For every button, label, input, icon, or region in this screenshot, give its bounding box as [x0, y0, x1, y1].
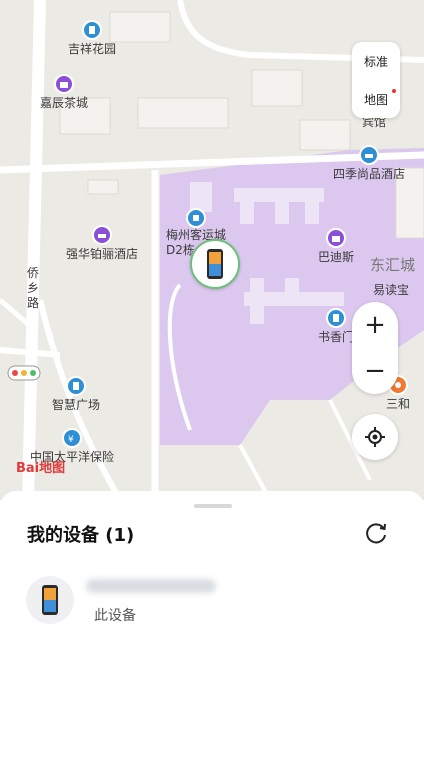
poi-qianghua[interactable]: 强华铂骊酒店: [66, 225, 138, 262]
refresh-icon: [366, 523, 386, 544]
poi-label: 书香门: [318, 330, 355, 344]
layer-standard-label: 标准: [363, 54, 388, 69]
hotel-icon: [92, 225, 112, 245]
finance-icon: ¥: [62, 428, 82, 448]
crosshair-icon: [365, 427, 385, 447]
building-icon: [82, 20, 102, 40]
shopping-icon: [326, 228, 346, 248]
poi-label: 巴迪斯: [318, 250, 355, 264]
locate-button[interactable]: [352, 414, 398, 460]
shopping-icon: [54, 74, 74, 94]
baidu-logo: Bai地图: [16, 461, 66, 476]
poi-label: 强华铂骊酒店: [66, 247, 139, 261]
poi-siji[interactable]: 四季尚品酒店: [333, 145, 405, 182]
sheet-title: 我的设备 (1): [27, 525, 135, 546]
device-list-item[interactable]: 此设备: [26, 576, 398, 630]
device-location-marker[interactable]: [190, 239, 240, 289]
map-layer-switcher: 标准 地图: [352, 42, 400, 118]
area-label-donghui: 东汇城: [370, 256, 416, 274]
bus-station-icon: [186, 208, 206, 228]
poi-label: 吉祥花园: [68, 42, 117, 56]
layer-map-label: 地图: [363, 92, 388, 107]
hotel-icon: [359, 145, 379, 165]
refresh-button[interactable]: [362, 519, 390, 547]
road-label-qiaoxiang: 侨乡路: [27, 266, 40, 310]
new-badge-dot: [392, 89, 396, 93]
poi-yidubao[interactable]: 易读宝: [373, 281, 409, 298]
poi-label: 四季尚品酒店: [333, 167, 406, 181]
map-view[interactable]: 吉祥花园 嘉辰茶城 四季尚品酒店 梅州客运城 D2栋 强华铂骊酒店 巴迪斯 东汇…: [0, 0, 424, 500]
device-sheet: 我的设备 (1) 此设备: [0, 491, 424, 771]
poi-shuxiang[interactable]: 书香门: [318, 308, 354, 345]
poi-jixiang[interactable]: 吉祥花园: [68, 20, 116, 57]
zoom-in-button[interactable]: +: [352, 302, 398, 348]
phone-icon: [42, 585, 58, 615]
svg-text:¥: ¥: [68, 435, 74, 443]
poi-badisi[interactable]: 巴迪斯: [318, 228, 354, 265]
device-status-label: 此设备: [94, 608, 136, 624]
sheet-drag-handle[interactable]: [194, 504, 232, 508]
layer-map-button[interactable]: 地图: [352, 80, 400, 118]
layer-standard-button[interactable]: 标准: [352, 42, 400, 80]
poi-jiachen[interactable]: 嘉辰茶城: [40, 74, 88, 111]
poi-label: 智慧广场: [52, 398, 101, 412]
device-name-redacted: [86, 579, 216, 593]
building-icon: [326, 308, 346, 328]
zoom-control: + −: [352, 302, 398, 394]
device-avatar: [26, 576, 74, 624]
building-icon: [66, 376, 86, 396]
poi-zhihui[interactable]: 智慧广场: [52, 376, 100, 413]
phone-icon: [207, 249, 223, 279]
zoom-out-button[interactable]: −: [352, 348, 398, 394]
poi-label: 嘉辰茶城: [40, 96, 89, 110]
poi-label: 三和: [386, 397, 411, 411]
